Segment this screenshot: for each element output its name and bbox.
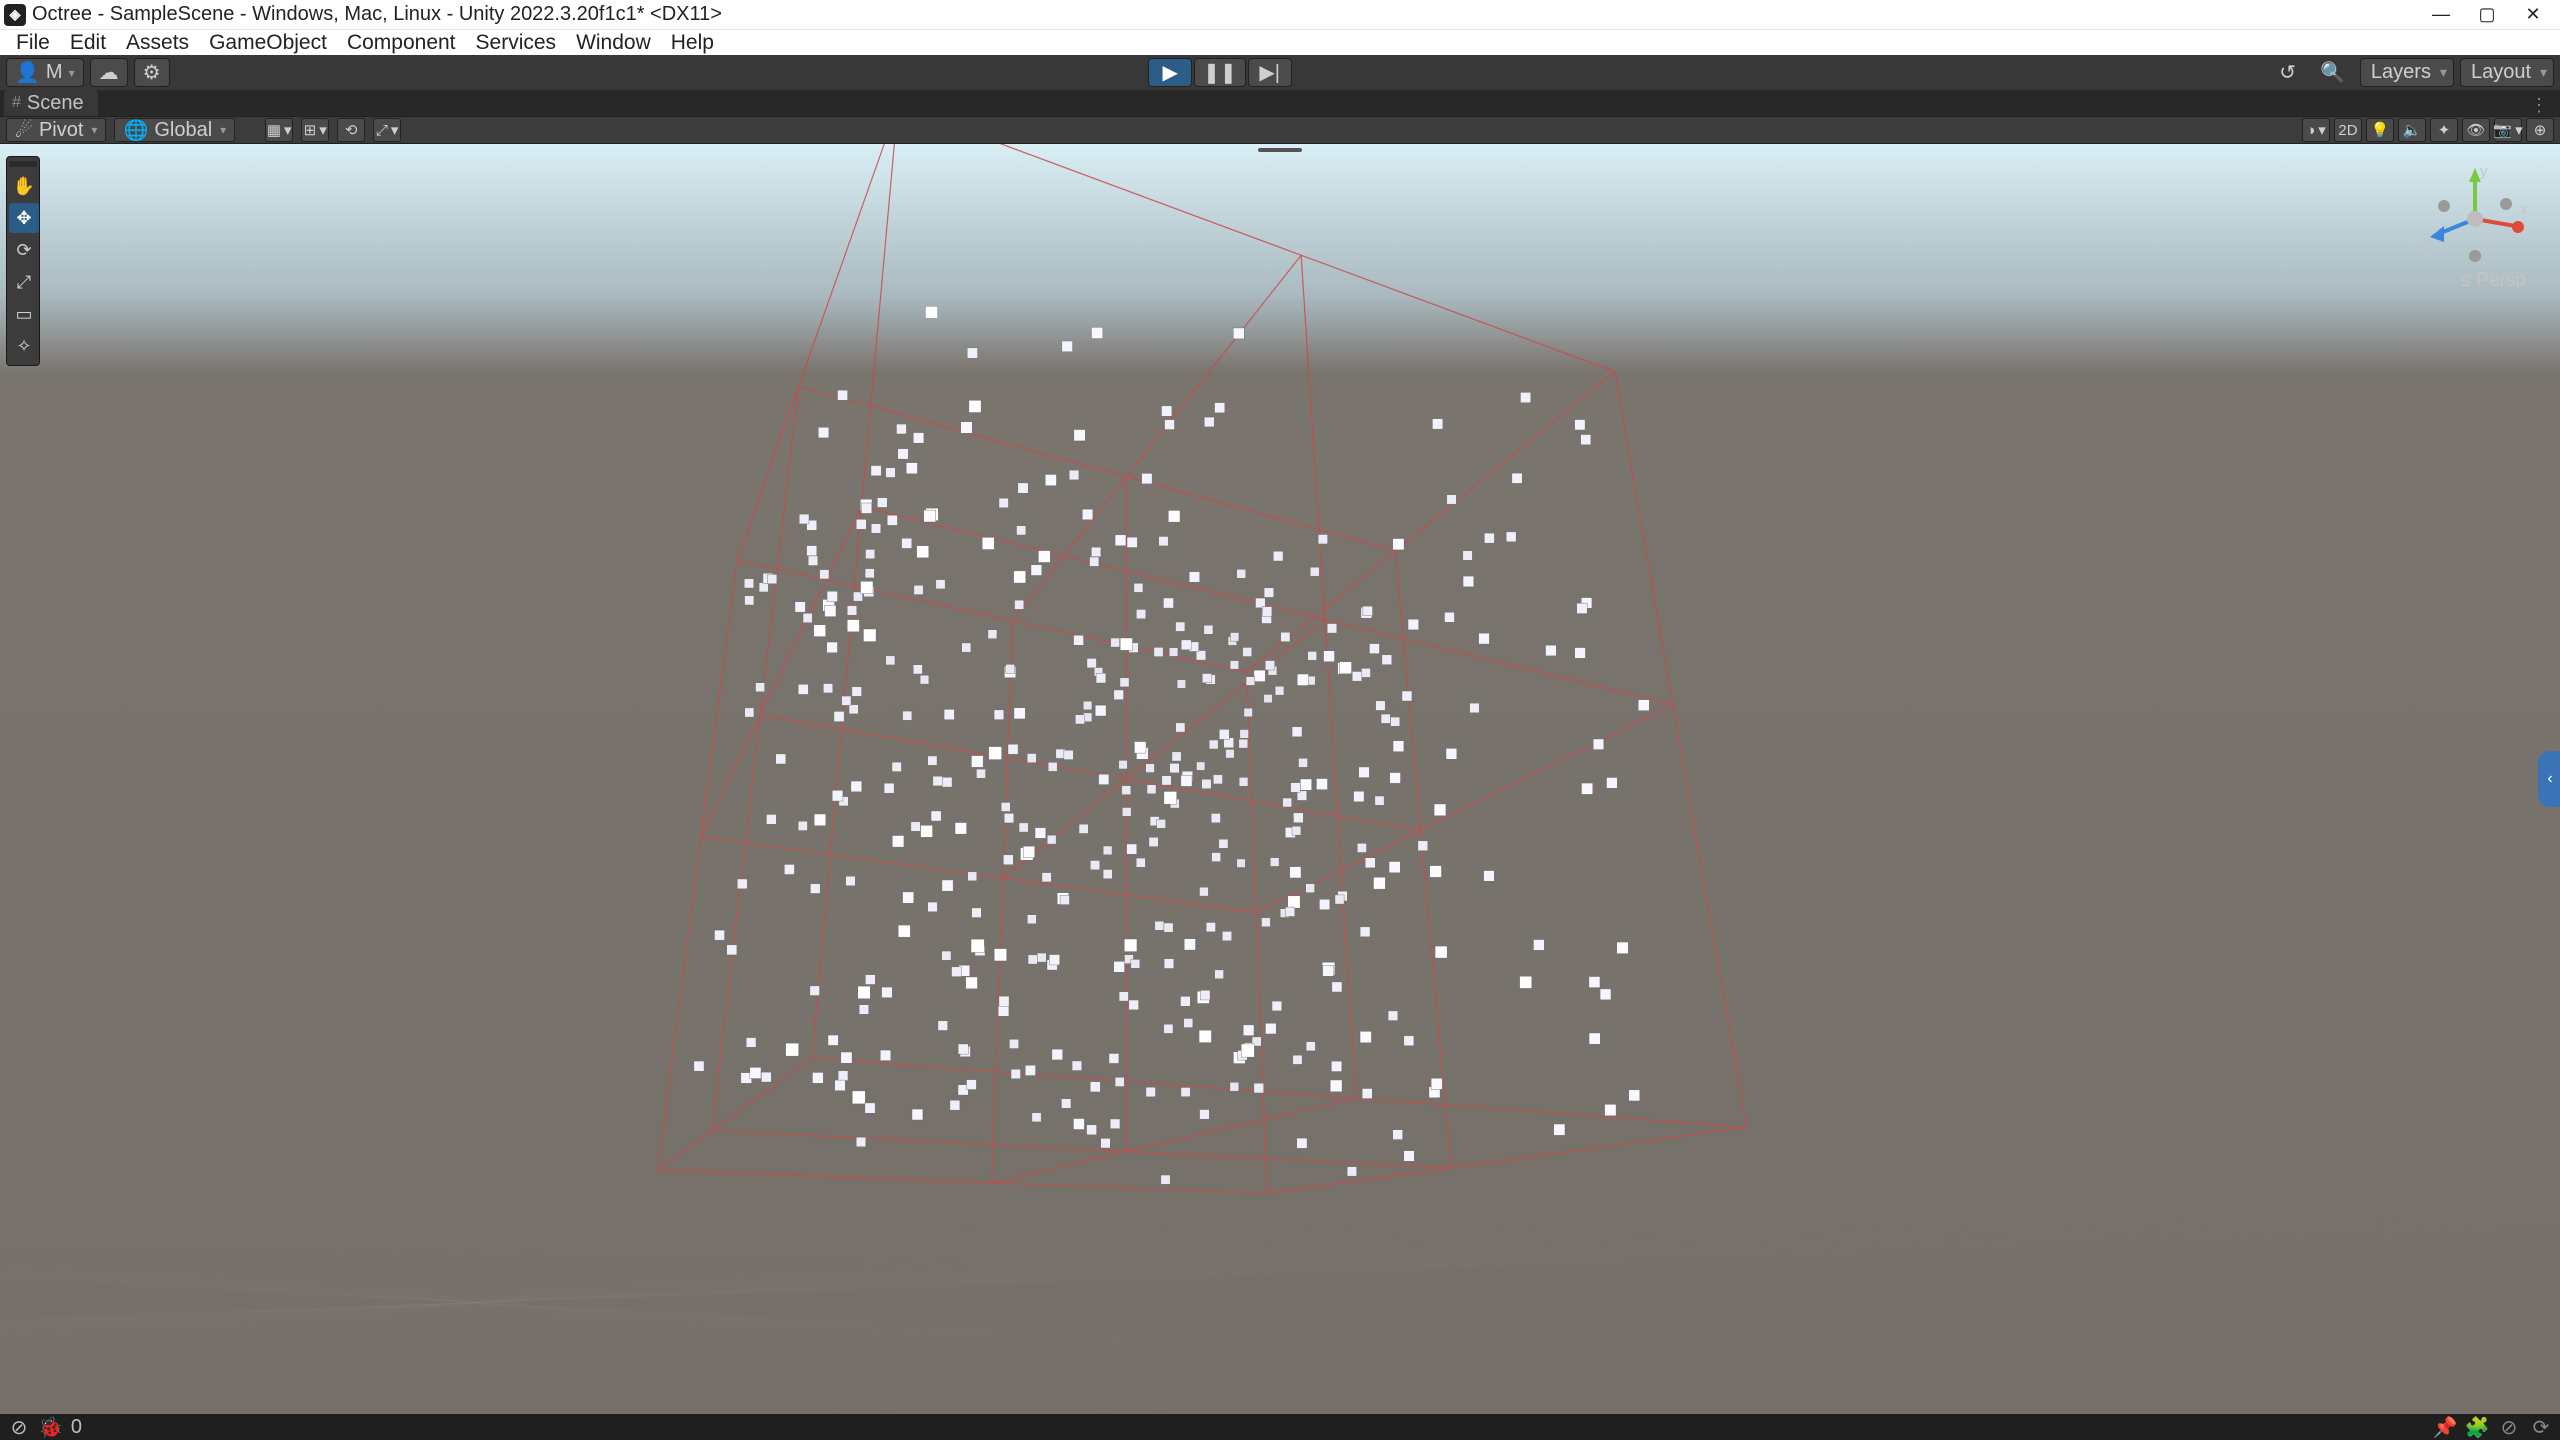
window-title: Octree - SampleScene - Windows, Mac, Lin… bbox=[32, 3, 2418, 26]
pivot-toggle[interactable]: ☄ Pivot ▾ bbox=[6, 118, 106, 142]
pivot-icon: ☄ bbox=[15, 118, 33, 143]
pause-button[interactable]: ❚❚ bbox=[1194, 58, 1246, 87]
app-icon: ◈ bbox=[4, 4, 26, 26]
maximize-button[interactable]: ▢ bbox=[2464, 0, 2510, 29]
play-controls: ▶ ❚❚ ▶| bbox=[1148, 58, 1292, 87]
chevron-down-icon: ▾ bbox=[319, 121, 327, 139]
projection-label[interactable]: ≤ Persp bbox=[2420, 270, 2530, 292]
menu-window[interactable]: Window bbox=[566, 30, 661, 56]
play-icon: ▶ bbox=[1162, 60, 1177, 85]
history-icon: ↺ bbox=[2279, 60, 2296, 85]
audio-icon: 🔈 bbox=[2403, 121, 2422, 139]
menu-help[interactable]: Help bbox=[661, 30, 724, 56]
account-button[interactable]: 👤 M ▾ bbox=[6, 58, 84, 87]
status-bug-icon: 🐞 bbox=[38, 1415, 63, 1440]
play-button[interactable]: ▶ bbox=[1148, 58, 1192, 87]
menu-services[interactable]: Services bbox=[466, 30, 567, 56]
grid-snap-button[interactable]: ▦▾ bbox=[265, 118, 293, 142]
camera-icon: 📷 bbox=[2493, 121, 2512, 139]
pause-icon: ❚❚ bbox=[1203, 60, 1237, 85]
scene-tab-label: Scene bbox=[27, 92, 84, 115]
toggle-2d-label: 2D bbox=[2338, 122, 2357, 139]
gizmos-icon: ⊕ bbox=[2534, 121, 2547, 139]
chevron-down-icon: ▾ bbox=[69, 66, 75, 80]
scene-viewport[interactable]: ✋ ✥ ⟳ ⤢ ▭ ✧ x y z ≤ Persp ‹ bbox=[0, 144, 2560, 1414]
scene-tab-icon: # bbox=[12, 94, 21, 112]
menu-gameobject[interactable]: GameObject bbox=[199, 30, 337, 56]
account-icon: 👤 bbox=[15, 60, 40, 85]
snap-rotation-button[interactable]: ⟲ bbox=[337, 118, 365, 142]
scene-toolbar: ☄ Pivot ▾ 🌐 Global ▾ ▦▾ ⊞▾ ⟲ ⤢▾ ◑▾ 2D 💡 … bbox=[0, 116, 2560, 144]
main-toolbar: 👤 M ▾ ☁ ⚙ ▶ ❚❚ ▶| ↺ 🔍 Layers Layout bbox=[0, 55, 2560, 90]
status-refresh-icon[interactable]: ⊘ bbox=[2498, 1416, 2520, 1438]
lightbulb-icon: 💡 bbox=[2371, 121, 2390, 139]
menu-component[interactable]: Component bbox=[337, 30, 466, 56]
chevron-down-icon: ▾ bbox=[2515, 121, 2523, 139]
status-count: 0 bbox=[71, 1416, 82, 1439]
eye-off-icon: 👁 bbox=[2466, 121, 2485, 139]
tab-scene[interactable]: # Scene bbox=[4, 90, 98, 116]
undo-history-button[interactable]: ↺ bbox=[2270, 58, 2305, 87]
fx-icon: ✦ bbox=[2438, 121, 2451, 139]
status-pin-icon[interactable]: 📌 bbox=[2434, 1416, 2456, 1438]
account-label: M bbox=[46, 61, 63, 84]
status-sync-icon[interactable]: ⟳ bbox=[2530, 1416, 2552, 1438]
cloud-button[interactable]: ☁ bbox=[90, 58, 128, 87]
globe-icon: 🌐 bbox=[123, 118, 148, 143]
toggle-2d-button[interactable]: 2D bbox=[2334, 118, 2362, 142]
menu-file[interactable]: File bbox=[6, 30, 60, 56]
cloud-icon: ☁ bbox=[99, 60, 119, 85]
layout-label: Layout bbox=[2471, 61, 2531, 84]
pivot-label: Pivot bbox=[39, 119, 83, 142]
window-title-bar: ◈ Octree - SampleScene - Windows, Mac, L… bbox=[0, 0, 2560, 29]
layers-label: Layers bbox=[2371, 61, 2431, 84]
global-toggle[interactable]: 🌐 Global ▾ bbox=[114, 118, 235, 142]
close-button[interactable]: ✕ bbox=[2510, 0, 2556, 29]
tab-options-button[interactable]: ⋮ bbox=[2524, 95, 2554, 116]
search-icon: 🔍 bbox=[2320, 60, 2345, 85]
axis-x-label: x bbox=[2520, 201, 2528, 218]
visibility-toggle[interactable]: 👁 bbox=[2462, 118, 2490, 142]
debug-draw-mode-button[interactable]: ◑▾ bbox=[2302, 118, 2330, 142]
step-button[interactable]: ▶| bbox=[1248, 58, 1292, 87]
layers-dropdown[interactable]: Layers bbox=[2360, 58, 2454, 87]
axis-z-label: z bbox=[2424, 237, 2432, 254]
settings-button[interactable]: ⚙ bbox=[134, 58, 170, 87]
gear-icon: ⚙ bbox=[143, 60, 161, 85]
global-label: Global bbox=[154, 119, 212, 142]
chevron-down-icon: ▾ bbox=[2318, 121, 2326, 139]
step-icon: ▶| bbox=[1259, 60, 1280, 85]
chevron-down-icon: ▾ bbox=[284, 121, 292, 139]
orientation-gizmo[interactable]: x y z ≤ Persp bbox=[2420, 164, 2530, 304]
tab-strip: # Scene ⋮ bbox=[0, 90, 2560, 116]
particle-field bbox=[0, 144, 2560, 1414]
gizmos-toggle[interactable]: ⊕ bbox=[2526, 118, 2554, 142]
chevron-down-icon: ▾ bbox=[391, 121, 399, 139]
chevron-left-icon: ‹ bbox=[2547, 770, 2552, 788]
snap-increment-button[interactable]: ⊞▾ bbox=[301, 118, 329, 142]
menu-assets[interactable]: Assets bbox=[116, 30, 199, 56]
status-bar: ⊘ 🐞 0 📌 🧩 ⊘ ⟳ bbox=[0, 1414, 2560, 1440]
axis-y-label: y bbox=[2480, 164, 2488, 180]
error-icon: ⊘ bbox=[11, 1415, 28, 1440]
menu-edit[interactable]: Edit bbox=[60, 30, 116, 56]
help-tab[interactable]: ‹ bbox=[2538, 751, 2560, 807]
chevron-down-icon: ▾ bbox=[91, 123, 97, 137]
status-debug-icon[interactable]: 🧩 bbox=[2466, 1416, 2488, 1438]
camera-toggle[interactable]: 📷▾ bbox=[2494, 118, 2522, 142]
chevron-down-icon: ▾ bbox=[220, 123, 226, 137]
layout-dropdown[interactable]: Layout bbox=[2460, 58, 2554, 87]
menu-bar: File Edit Assets GameObject Component Se… bbox=[0, 29, 2560, 55]
error-indicator[interactable]: ⊘ bbox=[8, 1416, 30, 1438]
minimize-button[interactable]: — bbox=[2418, 0, 2464, 29]
lighting-toggle[interactable]: 💡 bbox=[2366, 118, 2394, 142]
snap-scale-button[interactable]: ⤢▾ bbox=[373, 118, 401, 142]
audio-toggle[interactable]: 🔈 bbox=[2398, 118, 2426, 142]
fx-toggle[interactable]: ✦ bbox=[2430, 118, 2458, 142]
search-button[interactable]: 🔍 bbox=[2311, 58, 2354, 87]
